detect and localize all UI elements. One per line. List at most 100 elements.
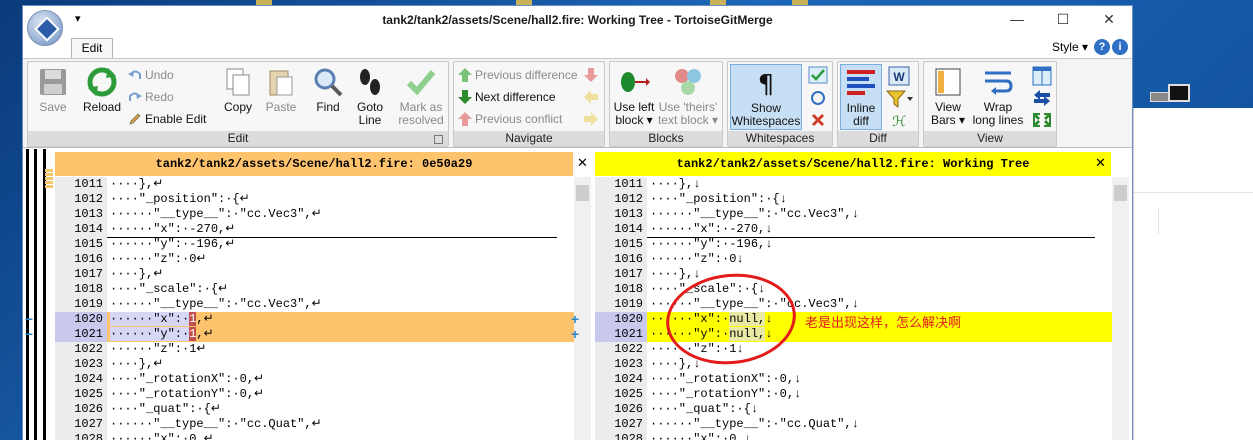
filter-icon[interactable] xyxy=(886,90,914,108)
minimize-button[interactable]: — xyxy=(994,6,1040,34)
code-line[interactable]: 1013 ······"__type__":·"cc.Vec3",↵ xyxy=(55,207,574,222)
code-line[interactable]: 1027 ······"__type__":·"cc.Quat",↵ xyxy=(55,417,574,432)
previous-conflict-button[interactable]: Previous conflict xyxy=(458,112,562,126)
line-number: 1022 xyxy=(55,342,107,357)
code-line[interactable]: 1013 ······"__type__":·"cc.Vec3",↓ xyxy=(595,207,1112,222)
line-number: 1021 xyxy=(595,327,647,342)
code-line[interactable]: 1027 ······"__type__":·"cc.Quat",↓ xyxy=(595,417,1112,432)
left-pane[interactable]: tank2/tank2/assets/Scene/hall2.fire: 0e5… xyxy=(55,149,591,440)
code-line[interactable]: 1025 ····"_rotationY":·0,↓ xyxy=(595,387,1112,402)
left-pane-close-icon[interactable]: ✕ xyxy=(577,155,588,171)
up-arrow-icon xyxy=(458,68,472,82)
close-button[interactable]: ✕ xyxy=(1086,6,1132,34)
view-bars-button[interactable]: View Bars ▾ xyxy=(926,66,970,127)
code-line[interactable]: 1023 ····},↵ xyxy=(55,357,574,372)
code-line[interactable]: 1016 ······"z":·0↵ xyxy=(55,252,574,267)
code-line[interactable]: 1014 ······"x":·-270,↵ xyxy=(55,222,574,237)
right-scrollbar[interactable] xyxy=(1112,177,1129,440)
use-theirs-block-button[interactable]: Use 'theirs' text block ▾ xyxy=(656,66,720,127)
undo-button[interactable]: Undo xyxy=(128,68,174,82)
reload-button[interactable]: Reload xyxy=(80,66,124,114)
whitespace-check-icon[interactable] xyxy=(808,66,828,84)
up-arrow-red-icon xyxy=(458,112,472,126)
left-pane-body[interactable]: 1011 ····},↵ 1012 ····"_position":·{↵ 1013 ··… xyxy=(55,177,574,440)
style-menu[interactable]: Style ▾ xyxy=(1052,40,1088,54)
code-line[interactable]: 1026 ····"_quat":·{↓ xyxy=(595,402,1112,417)
goto-line-button[interactable]: Goto Line xyxy=(350,66,390,127)
copy-button[interactable]: Copy xyxy=(218,66,258,114)
maximize-button[interactable]: ☐ xyxy=(1040,6,1086,34)
enable-edit-button[interactable]: Enable Edit xyxy=(128,112,206,126)
next-conflict-icon[interactable] xyxy=(584,68,598,82)
swap-icon[interactable] xyxy=(1032,90,1052,106)
use-left-block-button[interactable]: Use left block ▾ xyxy=(612,66,656,127)
paste-button[interactable]: Paste xyxy=(260,66,302,114)
code-line[interactable]: 1012 ····"_position":·{↓ xyxy=(595,192,1112,207)
help-icon[interactable]: ? xyxy=(1094,39,1110,55)
view-bars-icon xyxy=(935,68,961,96)
code-line[interactable]: 1011 ····},↓ xyxy=(595,177,1112,192)
next-difference-button[interactable]: Next difference xyxy=(458,90,556,104)
wrap-long-lines-button[interactable]: Wrap long lines xyxy=(970,66,1026,127)
left-scrollbar[interactable] xyxy=(574,177,591,440)
code-line[interactable]: 1011 ····},↵ xyxy=(55,177,574,192)
right-pane-close-icon[interactable]: ✕ xyxy=(1095,155,1106,171)
code-line[interactable]: 1022 ······"z":·1↵ xyxy=(55,342,574,357)
save-button[interactable]: Save xyxy=(34,66,72,114)
code-line[interactable]: 1015 ······"y":·-196,↵ xyxy=(55,237,574,252)
line-text: ······"z":·1↵ xyxy=(110,342,207,356)
code-line[interactable]: 1014 ······"x":·-270,↓ xyxy=(595,222,1112,237)
line-number: 1015 xyxy=(55,237,107,252)
whitespace-circle-icon[interactable] xyxy=(810,90,826,106)
code-line[interactable]: 1022 ······"z":·1↓ xyxy=(595,342,1112,357)
code-line[interactable]: 1018 ····"_scale":·{↓ xyxy=(595,282,1112,297)
redo-button[interactable]: Redo xyxy=(128,90,174,104)
previous-difference-button[interactable]: Previous difference xyxy=(458,68,578,82)
line-number: 1022 xyxy=(595,342,647,357)
word-diff-icon[interactable]: W xyxy=(888,66,910,86)
next-inline-diff-icon[interactable] xyxy=(584,112,598,126)
code-line[interactable]: 1017 ····},↓ xyxy=(595,267,1112,282)
two-pane-icon[interactable] xyxy=(1032,66,1052,86)
line-text: ······"__type__":·"cc.Vec3",↵ xyxy=(110,297,322,311)
code-line[interactable]: 1025 ····"_rotationY":·0,↵ xyxy=(55,387,574,402)
line-number: 1011 xyxy=(595,177,647,192)
code-line[interactable]: 1028 ······"x":·0,↓ xyxy=(595,432,1112,440)
reload-label: Reload xyxy=(82,100,122,114)
line-text-prefix: ······"y":· xyxy=(110,327,190,341)
edit-group-launcher-icon[interactable] xyxy=(434,135,443,144)
code-line[interactable]: 1012 ····"_position":·{↵ xyxy=(55,192,574,207)
code-line[interactable]: 1024 ····"_rotationX":·0,↵ xyxy=(55,372,574,387)
mark-as-resolved-button[interactable]: Mark as resolved xyxy=(396,66,446,127)
code-line[interactable]: 1018 ····"_scale":·{↵ xyxy=(55,282,574,297)
code-line[interactable]: 1028 ······"x":·0,↵ xyxy=(55,432,574,440)
inline-diff-button[interactable]: Inline diff xyxy=(840,64,882,130)
save-label: Save xyxy=(39,100,67,114)
tray-icons xyxy=(1150,82,1210,104)
whitespace-x-icon[interactable] xyxy=(810,112,826,128)
line-text: ····},↓ xyxy=(650,177,701,191)
find-button[interactable]: Find xyxy=(310,66,346,114)
code-line[interactable]: 1023 ····},↓ xyxy=(595,357,1112,372)
code-line[interactable]: 1020 ······"x":·1,↵ xyxy=(55,312,574,327)
show-whitespaces-button[interactable]: ¶ Show Whitespaces xyxy=(730,64,802,130)
code-line[interactable]: 1026 ····"_quat":·{↵ xyxy=(55,402,574,417)
code-line[interactable]: 1015 ······"y":·-196,↓ xyxy=(595,237,1112,252)
code-line[interactable]: 1017 ····},↵ xyxy=(55,267,574,282)
current-line-marker xyxy=(107,237,557,238)
code-line[interactable]: 1016 ······"z":·0↓ xyxy=(595,252,1112,267)
info-icon[interactable]: i xyxy=(1112,39,1128,55)
tab-edit[interactable]: Edit xyxy=(71,38,113,58)
code-line[interactable]: 1021 ······"y":·1,↵ xyxy=(55,327,574,342)
prev-conflict-label: Previous conflict xyxy=(475,112,563,126)
locator-bar[interactable]: − − xyxy=(23,149,55,440)
collapse-icon[interactable] xyxy=(1032,112,1052,128)
line-number: 1016 xyxy=(55,252,107,267)
right-pane[interactable]: tank2/tank2/assets/Scene/hall2.fire: Wor… xyxy=(571,149,1129,440)
previous-inline-diff-icon[interactable] xyxy=(584,90,598,104)
app-menu-button[interactable] xyxy=(27,10,63,46)
use-theirs-label-2: text block ▾ xyxy=(657,113,719,127)
code-line[interactable]: 1019 ······"__type__":·"cc.Vec3",↵ xyxy=(55,297,574,312)
code-line[interactable]: 1024 ····"_rotationX":·0,↓ xyxy=(595,372,1112,387)
line-diff-icon[interactable]: ℋ xyxy=(890,112,908,128)
